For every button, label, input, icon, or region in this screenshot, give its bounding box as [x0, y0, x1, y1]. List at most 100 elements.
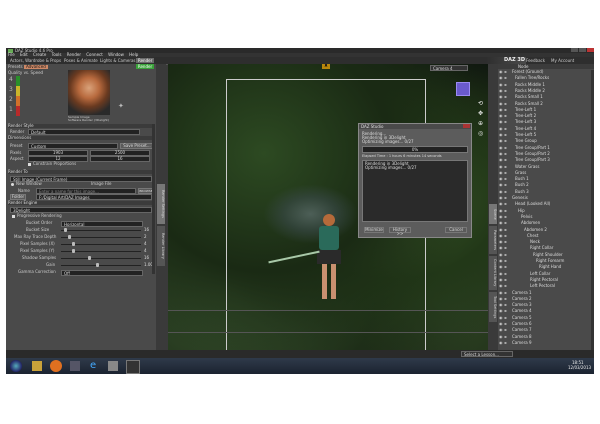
lock-icon[interactable]: ▪ — [504, 88, 507, 93]
tab-poses[interactable]: Poses & Animate — [62, 58, 100, 63]
minimize-dialog-button[interactable]: Minimize — [364, 227, 384, 233]
tab-actors[interactable]: Actors, Wardrobe & Props — [8, 58, 63, 63]
constrain-checkbox[interactable] — [28, 163, 31, 166]
visibility-eye-icon[interactable]: ◉ — [499, 189, 503, 194]
vtab-parameters[interactable]: Parameters — [489, 226, 497, 254]
visibility-eye-icon[interactable]: ◉ — [499, 114, 503, 118]
lock-icon[interactable]: ▪ — [504, 202, 507, 206]
visibility-eye-icon[interactable]: ◉ — [499, 183, 503, 187]
visibility-eye-icon[interactable]: ◉ — [499, 196, 503, 200]
visibility-eye-icon[interactable]: ◉ — [499, 259, 503, 263]
visibility-eye-icon[interactable]: ◉ — [499, 221, 503, 225]
lock-icon[interactable]: ▪ — [504, 334, 507, 339]
dimensions-header[interactable]: Dimensions — [8, 136, 154, 140]
lock-icon[interactable]: ▪ — [504, 303, 507, 307]
advanced-tab[interactable]: Advanced — [24, 65, 48, 69]
zoom-icon[interactable]: ⊕ — [478, 120, 483, 127]
my-account-link[interactable]: My Account — [551, 58, 574, 63]
cancel-render-button[interactable]: Cancel — [445, 227, 467, 233]
visibility-eye-icon[interactable]: ◉ — [499, 290, 503, 295]
firefox-taskbar-icon[interactable] — [50, 360, 62, 372]
orbit-icon[interactable]: ◎ — [478, 130, 483, 137]
scene-scrollbar[interactable] — [591, 70, 594, 350]
lock-icon[interactable]: ▪ — [504, 290, 507, 295]
render-to-header[interactable]: Render To — [8, 170, 154, 174]
visibility-eye-icon[interactable]: ◉ — [499, 252, 503, 257]
folder-input[interactable]: F:/Digital Art/DAZ Images — [36, 194, 152, 200]
progressive-checkbox[interactable] — [12, 215, 15, 218]
visibility-eye-icon[interactable]: ◉ — [499, 233, 503, 238]
render-style-header[interactable]: Render Style — [8, 124, 154, 128]
lock-icon[interactable]: ▪ — [504, 164, 507, 169]
vtab-render-settings[interactable]: Render Settings — [157, 184, 165, 224]
visibility-eye-icon[interactable]: ◉ — [499, 139, 503, 143]
preset-select[interactable]: Custom — [28, 143, 118, 149]
visibility-eye-icon[interactable]: ◉ — [499, 303, 503, 307]
param-bucket-order-select[interactable]: Horizontal — [61, 221, 143, 227]
lock-icon[interactable]: ▪ — [504, 151, 507, 156]
vtab-content-library[interactable]: Content Library — [489, 256, 497, 290]
param-bucket-size-knob[interactable] — [64, 228, 67, 232]
lock-icon[interactable]: ▪ — [504, 158, 507, 162]
render-engine-header[interactable]: Render Engine — [8, 201, 154, 205]
visibility-eye-icon[interactable]: ◉ — [499, 340, 503, 345]
param-gain-knob[interactable] — [96, 263, 99, 267]
lock-icon[interactable]: ▪ — [504, 227, 507, 232]
vtab-render-library[interactable]: Render Library — [157, 226, 165, 266]
param-pixel-x-knob[interactable] — [72, 242, 75, 246]
vtab-tool-settings[interactable]: Tool Settings — [489, 292, 497, 322]
visibility-eye-icon[interactable]: ◉ — [499, 208, 503, 213]
tab-render[interactable]: Render — [136, 58, 155, 63]
media-taskbar-icon[interactable] — [108, 361, 118, 371]
visibility-eye-icon[interactable]: ◉ — [499, 296, 503, 301]
visibility-eye-icon[interactable]: ◉ — [499, 70, 503, 74]
visibility-eye-icon[interactable]: ◉ — [499, 177, 503, 181]
close-button[interactable] — [587, 48, 594, 52]
param-ray-depth-slider[interactable] — [61, 237, 141, 238]
minimize-button[interactable] — [571, 48, 578, 52]
visibility-eye-icon[interactable]: ◉ — [499, 240, 503, 244]
view-cube[interactable] — [456, 82, 470, 96]
render-style-select[interactable]: Default — [28, 129, 140, 135]
ie-taskbar-icon[interactable]: e — [90, 360, 101, 371]
lock-icon[interactable]: ▪ — [504, 139, 507, 143]
visibility-eye-icon[interactable]: ◉ — [499, 133, 503, 137]
visibility-eye-icon[interactable]: ◉ — [499, 145, 503, 150]
lock-icon[interactable]: ▪ — [504, 95, 507, 99]
param-ray-depth-knob[interactable] — [68, 235, 71, 239]
save-preset-button[interactable]: Save Preset... — [120, 143, 154, 149]
visibility-eye-icon[interactable]: ◉ — [499, 107, 503, 112]
lock-icon[interactable]: ▪ — [504, 246, 507, 250]
left-panel-scrollbar[interactable] — [152, 124, 155, 274]
visibility-eye-icon[interactable]: ◉ — [499, 151, 503, 156]
viewport-mode-icon[interactable]: ♜ — [322, 64, 330, 69]
param-shadow-samples-slider[interactable] — [61, 258, 141, 259]
quality-scale[interactable]: 4 3 2 1 — [9, 76, 21, 118]
vtab-scene[interactable]: Scene — [489, 204, 497, 224]
lock-icon[interactable]: ▪ — [504, 189, 507, 194]
param-shadow-samples-knob[interactable] — [88, 256, 91, 260]
visibility-eye-icon[interactable]: ◉ — [499, 328, 503, 332]
param-gamma-select[interactable]: Off — [61, 270, 143, 276]
lock-icon[interactable]: ▪ — [504, 271, 507, 276]
lock-icon[interactable]: ▪ — [504, 284, 507, 288]
lock-icon[interactable]: ▪ — [504, 70, 507, 74]
lock-icon[interactable]: ▪ — [504, 214, 507, 219]
visibility-eye-icon[interactable]: ◉ — [499, 246, 503, 250]
lock-icon[interactable]: ▪ — [504, 196, 507, 200]
rotate-icon[interactable]: ⟲ — [478, 100, 483, 107]
visibility-eye-icon[interactable]: ◉ — [499, 271, 503, 276]
lock-icon[interactable]: ▪ — [504, 265, 507, 269]
daz-taskbar-icon[interactable] — [126, 360, 140, 374]
presets-tab[interactable]: Presets — [8, 65, 23, 69]
visibility-eye-icon[interactable]: ◉ — [499, 227, 503, 232]
lock-icon[interactable]: ▪ — [504, 340, 507, 345]
param-bucket-size-slider[interactable] — [61, 230, 141, 231]
lock-icon[interactable]: ▪ — [504, 170, 507, 175]
lock-icon[interactable]: ▪ — [504, 114, 507, 118]
lock-icon[interactable]: ▪ — [504, 76, 507, 80]
dialog-close-button[interactable] — [463, 124, 470, 128]
lock-icon[interactable]: ▪ — [504, 126, 507, 131]
visibility-eye-icon[interactable]: ◉ — [499, 158, 503, 162]
lock-icon[interactable]: ▪ — [504, 183, 507, 187]
